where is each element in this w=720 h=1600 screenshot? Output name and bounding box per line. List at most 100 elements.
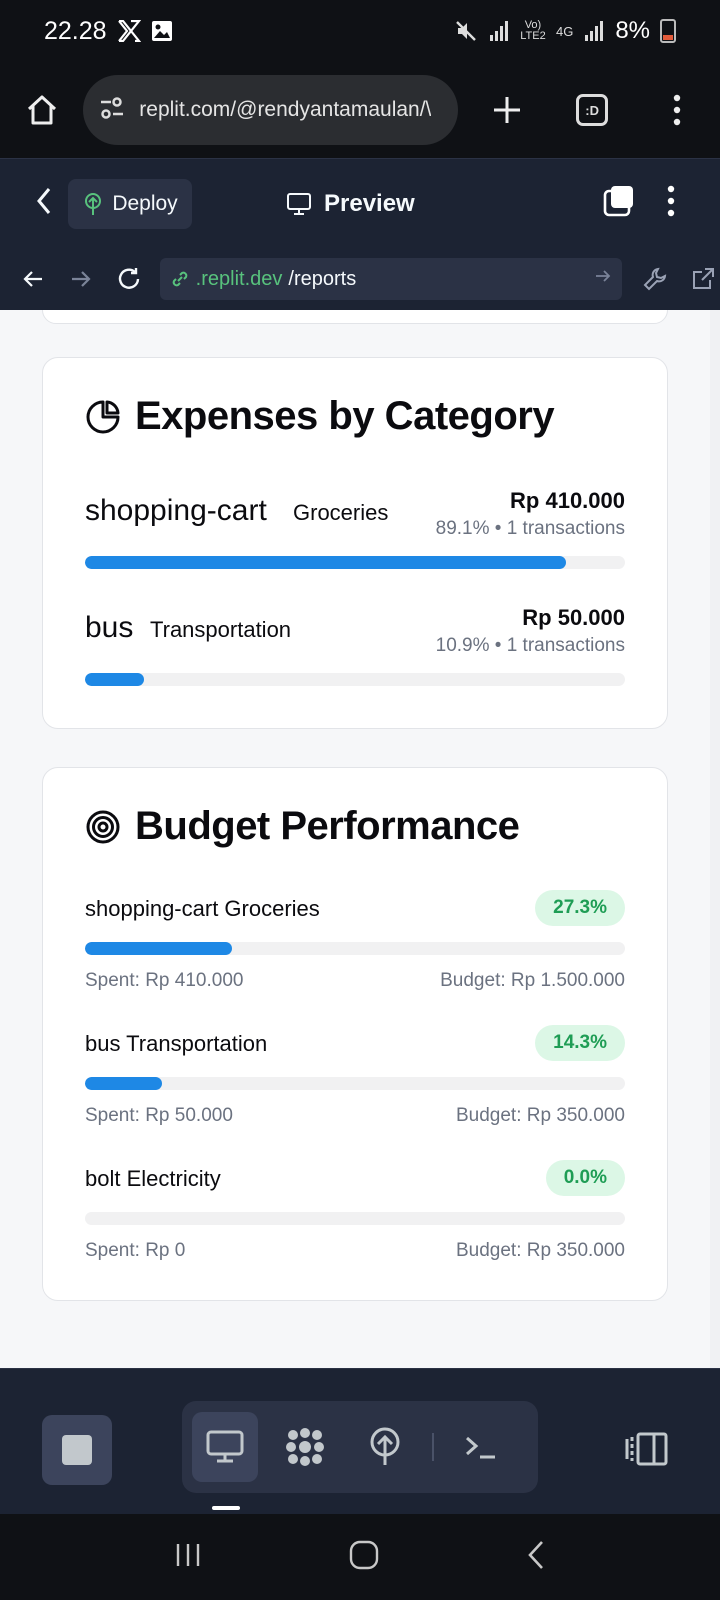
address-host: .replit.dev [195, 267, 283, 290]
arrow-right-icon [71, 271, 91, 287]
status-bar: 22.28 Vo) LTE2 4G 8% [0, 0, 720, 62]
budget-spent: Spent: Rp 50.000 [85, 1105, 233, 1126]
preview-label: Preview [324, 189, 415, 217]
address-path: /reports [288, 267, 357, 290]
deployments-tool-button[interactable] [352, 1412, 418, 1482]
webview-navbar: .replit.dev/reports [0, 248, 720, 310]
battery-percent: 8% [615, 17, 650, 44]
budget-percent-badge: 27.3% [535, 890, 625, 926]
new-pane-button[interactable] [602, 184, 636, 223]
chevron-left-icon [528, 1540, 544, 1569]
devtools-button[interactable] [638, 266, 672, 292]
category-row: shopping-cart Groceries Rp 410.000 89.1%… [85, 484, 625, 574]
category-icon-text: shopping-cart [85, 494, 267, 527]
chevron-left-icon [37, 188, 51, 214]
budget-percent-badge: 0.0% [545, 1160, 625, 1196]
android-nav-bar [0, 1514, 720, 1600]
budget-progress-fill [85, 942, 233, 955]
home-button[interactable] [0, 93, 83, 127]
android-back-button[interactable] [525, 1539, 547, 1576]
replit-menu-button[interactable] [666, 185, 676, 222]
category-progress-fill [85, 556, 567, 569]
new-tab-button[interactable] [464, 94, 549, 126]
replit-header: Deploy Preview [0, 158, 720, 248]
site-settings-icon[interactable] [97, 93, 127, 128]
battery-icon [660, 19, 676, 43]
layout-toggle-button[interactable] [624, 1431, 668, 1472]
target-icon [86, 810, 120, 843]
deploy-button[interactable]: Deploy [68, 178, 192, 229]
web-back-button[interactable] [16, 268, 50, 290]
home-circle-icon [349, 1540, 379, 1569]
web-reload-button[interactable] [112, 266, 146, 292]
webview-address-bar[interactable]: .replit.dev/reports [159, 258, 623, 300]
open-external-button[interactable] [686, 266, 720, 292]
previous-card-edge [42, 310, 668, 324]
budget-amount: Budget: Rp 1.500.000 [440, 970, 625, 991]
monitor-icon [287, 192, 311, 215]
category-progress-bar [85, 556, 625, 569]
deploy-label: Deploy [112, 191, 178, 215]
category-amount: Rp 410.000 [510, 488, 625, 513]
active-tool-indicator [212, 1506, 240, 1510]
web-forward-button[interactable] [64, 268, 98, 290]
replit-bottom-toolbar [0, 1368, 720, 1514]
url-bar[interactable]: replit.com/@rendyantamaulan/\ [83, 75, 459, 145]
plus-icon [493, 97, 520, 123]
budget-progress-fill [85, 1077, 163, 1090]
url-text: replit.com/@rendyantamaulan/\ [139, 98, 432, 121]
wrench-icon [643, 267, 667, 291]
budget-progress-bar [85, 942, 625, 955]
network-type-label: 4G [555, 23, 574, 39]
agent-tool-button[interactable] [272, 1412, 338, 1482]
tab-switcher-button[interactable]: :D [549, 94, 634, 126]
toolbar-divider [432, 1433, 434, 1461]
recent-apps-icon [176, 1543, 199, 1566]
gallery-icon [151, 20, 173, 42]
more-vertical-icon [674, 94, 681, 126]
card-title: Expenses by Category [85, 394, 555, 439]
budget-row: bus Transportation 14.3% Spent: Rp 50.00… [85, 1025, 625, 1135]
category-meta: 89.1% • 1 transactions [435, 518, 625, 539]
budget-spent: Spent: Rp 0 [85, 1240, 186, 1261]
deploy-icon [85, 192, 102, 215]
go-button[interactable] [594, 267, 612, 291]
category-icon-text: bus [85, 611, 134, 644]
webview-content[interactable]: Expenses by Category shopping-cart Groce… [0, 310, 720, 1368]
expenses-by-category-card: Expenses by Category shopping-cart Groce… [42, 357, 668, 729]
preview-tab[interactable]: Preview [286, 190, 415, 218]
browser-menu-button[interactable] [635, 94, 720, 126]
budget-amount: Budget: Rp 350.000 [455, 1240, 625, 1261]
mute-icon [454, 19, 478, 43]
budget-label: shopping-cart Groceries [85, 896, 320, 921]
category-row: bus Transportation Rp 50.000 10.9% • 1 t… [85, 601, 625, 691]
signal-icon-2 [583, 20, 605, 42]
arrow-left-icon [23, 271, 42, 287]
deploy-icon [370, 1427, 400, 1465]
preview-tool-button[interactable] [192, 1412, 259, 1482]
back-button[interactable] [34, 186, 54, 221]
budget-title: Budget Performance [135, 804, 520, 848]
content-scrollbar[interactable] [710, 310, 720, 1368]
budget-row: bolt Electricity 0.0% Spent: Rp 0 Budget… [85, 1160, 625, 1270]
budget-progress-bar [85, 1077, 625, 1090]
tool-switcher [182, 1401, 538, 1493]
x-app-icon [117, 20, 141, 42]
android-home-button[interactable] [348, 1539, 380, 1576]
signal-icon [488, 20, 510, 42]
volte-label: Vo) LTE2 [520, 19, 546, 42]
status-time: 22.28 [44, 16, 107, 45]
tab-count: :D [576, 94, 609, 126]
stop-icon [62, 1435, 92, 1465]
tabs-icon [603, 186, 633, 217]
stop-button[interactable] [42, 1415, 112, 1485]
pie-chart-icon [86, 400, 120, 433]
category-amount: Rp 50.000 [522, 605, 625, 630]
home-icon [27, 95, 56, 125]
link-icon [172, 271, 187, 287]
budget-label: bolt Electricity [85, 1166, 221, 1191]
recent-apps-button[interactable] [173, 1540, 203, 1575]
category-progress-bar [85, 673, 625, 686]
shell-tool-button[interactable] [448, 1412, 514, 1482]
budget-spent: Spent: Rp 410.000 [85, 970, 244, 991]
